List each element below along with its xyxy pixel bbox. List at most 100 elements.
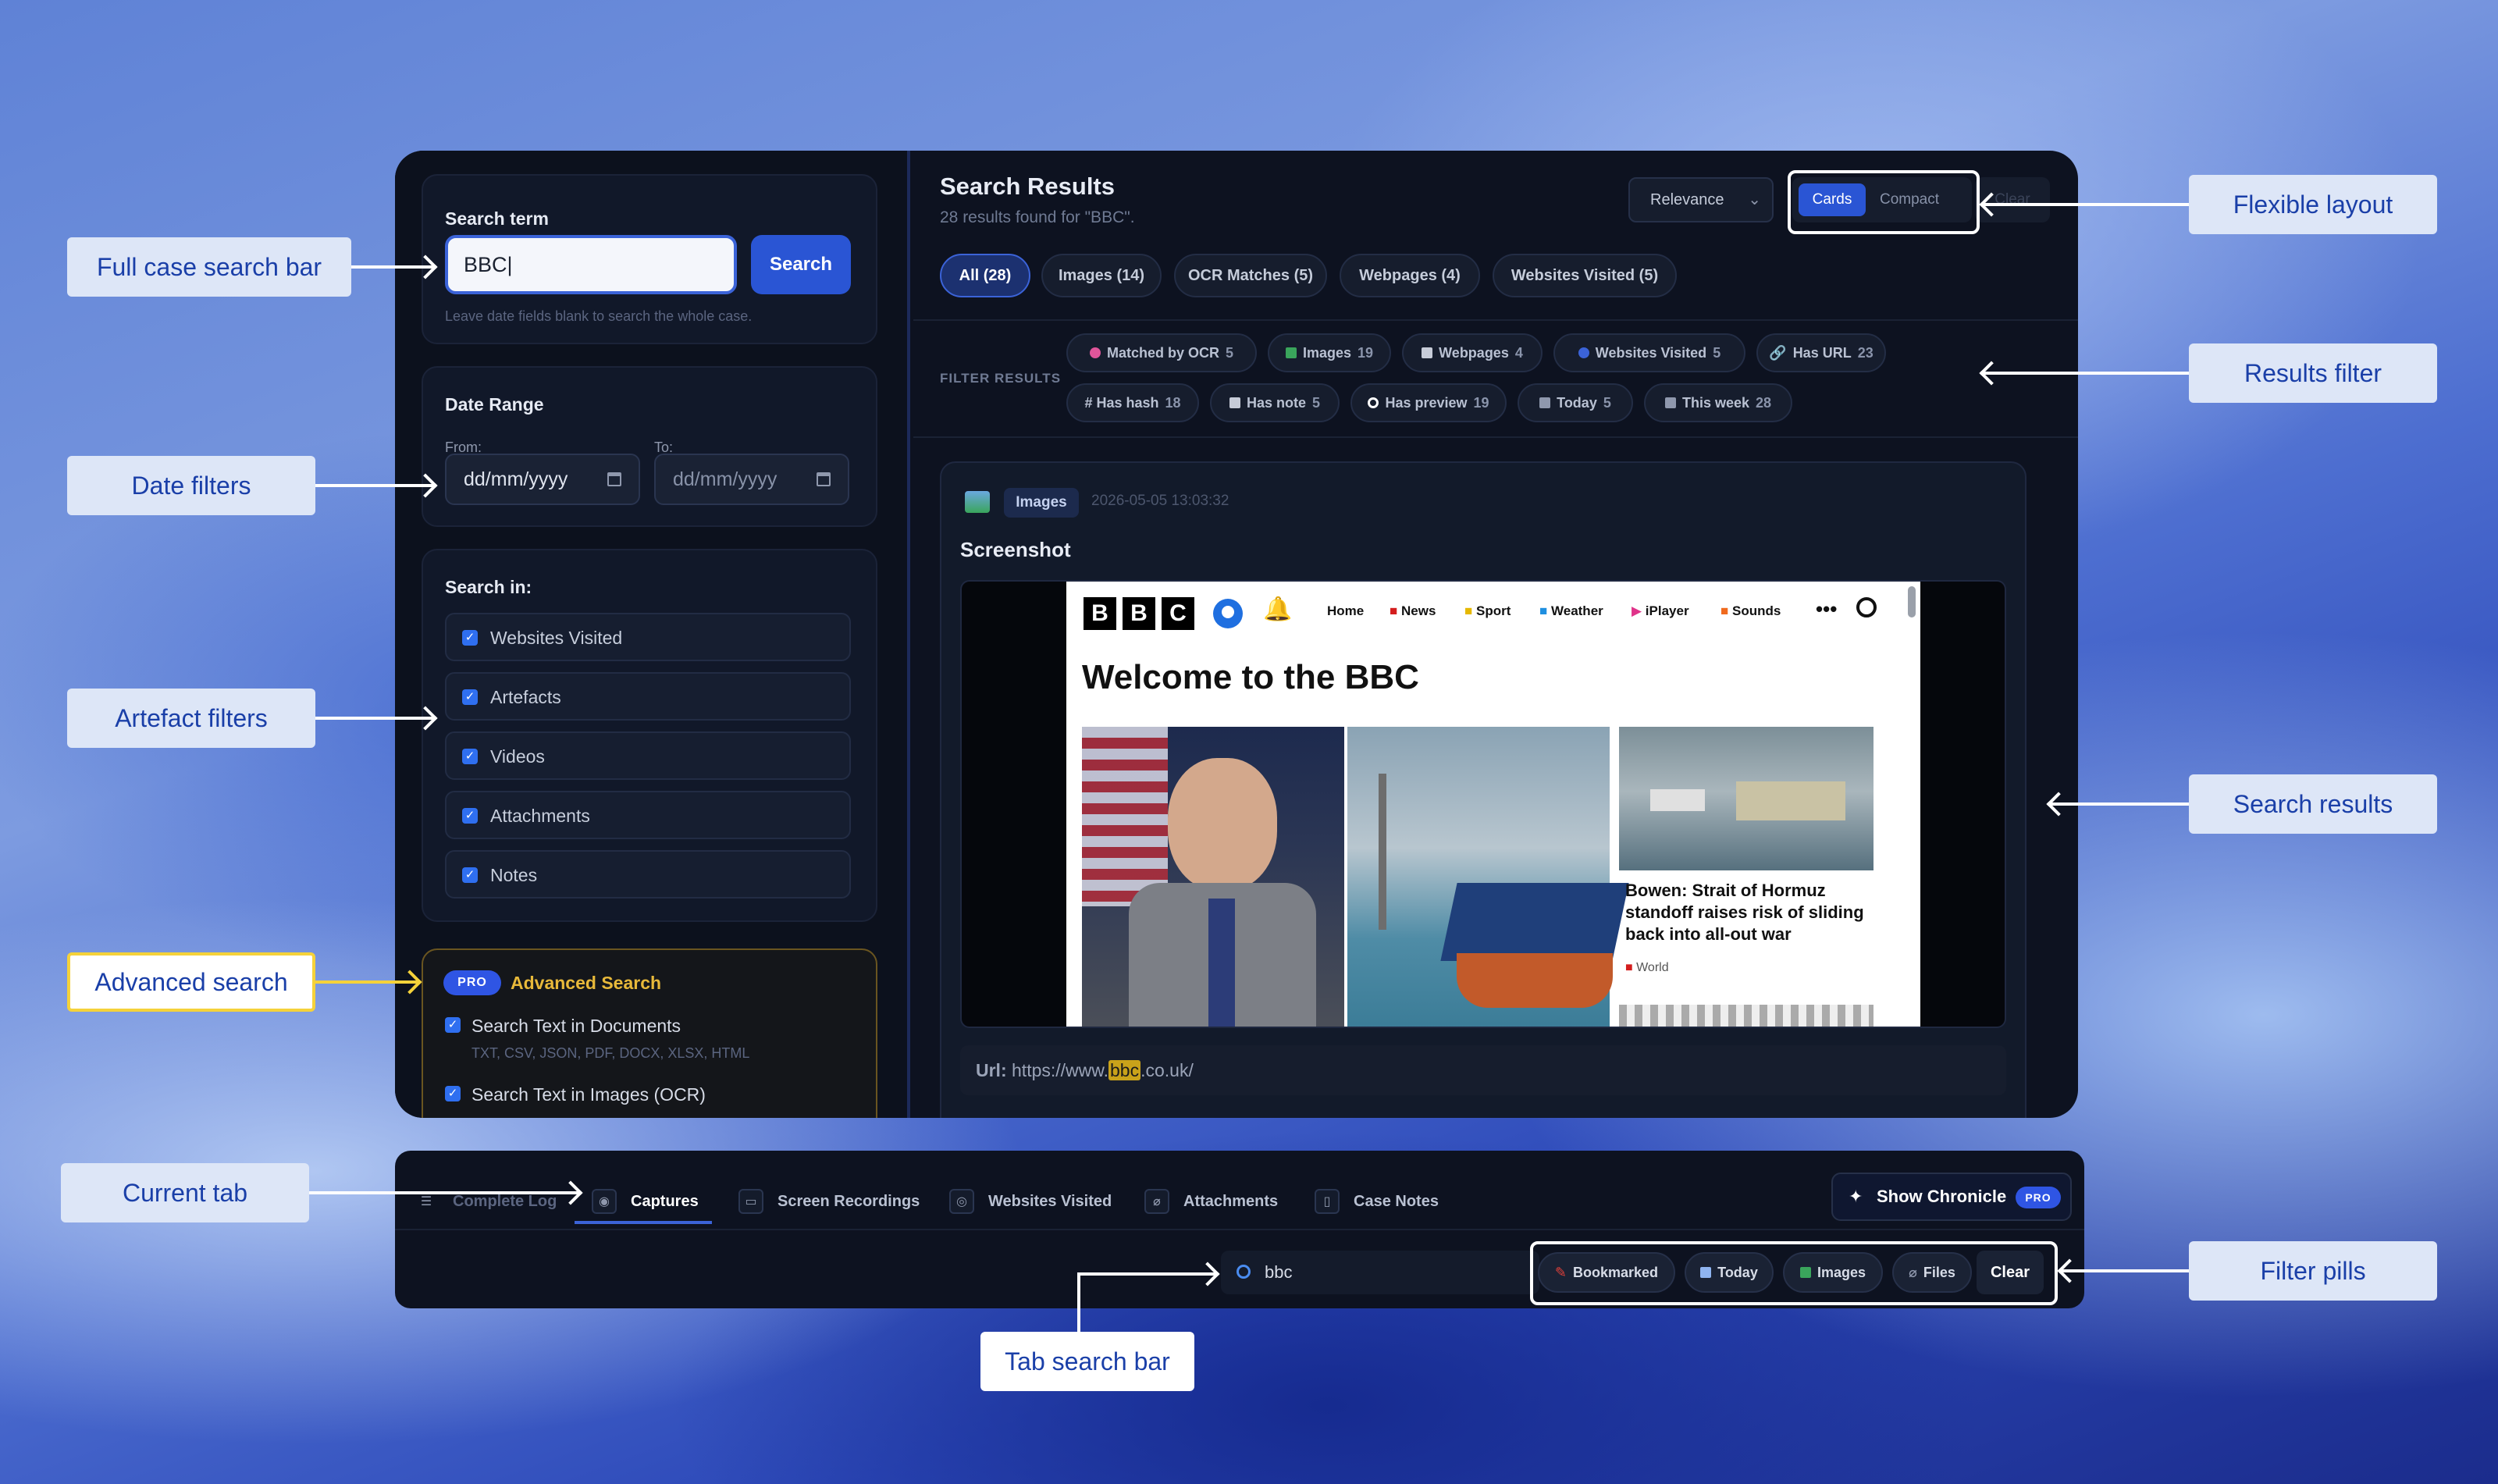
checkbox-checked-icon[interactable]: ✓ [445,1017,461,1033]
screenshot-preview[interactable]: B B C 🔔 Home ■ News ■ Sport ■ Weather ▶ … [960,580,2006,1028]
show-chronicle-button[interactable]: ✦ Show Chronicle PRO [1831,1173,2072,1221]
filter-results-label: FILTER RESULTS [940,371,1062,386]
filter-count: 5 [1603,394,1611,411]
search-term-title: Search term [445,208,549,229]
bbc-webpage-screenshot: B B C 🔔 Home ■ News ■ Sport ■ Weather ▶ … [1066,582,1920,1027]
to-date-value: dd/mm/yyyy [673,468,778,490]
search-term-card: Search term BBC| Search Leave date field… [422,174,877,344]
tab-attachments[interactable]: ⌀ Attachments [1144,1182,1278,1221]
tab-search-input[interactable]: bbc [1221,1251,1539,1294]
from-date-input[interactable]: dd/mm/yyyy [445,454,640,505]
result-url[interactable]: Url: https://www.bbc.co.uk/ [960,1045,2006,1095]
more-icon: ••• [1816,597,1838,621]
filter-webpages[interactable]: Webpages 4 [1402,333,1543,372]
filter-label: Has note [1246,394,1306,411]
callout-flexible-layout: Flexible layout [2189,175,2437,234]
filter-has-preview[interactable]: Has preview 19 [1350,383,1507,422]
url-suffix: .co.uk/ [1140,1060,1194,1080]
filter-label: Has URL [1792,344,1852,361]
bbc-nav-label: iPlayer [1645,603,1689,618]
tab-websites-visited[interactable]: Websites Visited (5) [1493,254,1677,297]
callout-artefact-filters: Artefact filters [67,689,315,748]
checkbox-checked-icon[interactable]: ✓ [445,1086,461,1101]
tab-screen-recordings[interactable]: ▭ Screen Recordings [738,1182,920,1221]
calendar-icon [1539,397,1551,408]
search-in-videos[interactable]: ✓ Videos [445,731,851,780]
filter-matched-by-ocr[interactable]: Matched by OCR 5 [1066,333,1257,372]
search-in-artefacts[interactable]: ✓ Artefacts [445,672,851,721]
tab-complete-log[interactable]: ☰ Complete Log [414,1182,557,1221]
search-images-ocr-option[interactable]: Search Text in Images (OCR) [471,1084,706,1105]
filter-has-note[interactable]: Has note 5 [1210,383,1340,422]
filter-images[interactable]: Images 19 [1268,333,1391,372]
calendar-icon[interactable] [817,472,831,486]
filter-label: Has preview [1385,394,1468,411]
note-icon [1229,397,1240,408]
filter-has-url[interactable]: 🔗 Has URL 23 [1756,333,1886,372]
search-button[interactable]: Search [751,235,851,294]
calendar-icon[interactable] [607,472,621,486]
filter-today[interactable]: Today 5 [1518,383,1633,422]
search-in-label: Notes [490,865,538,885]
search-in-notes[interactable]: ✓ Notes [445,850,851,899]
filter-count: 19 [1473,394,1489,411]
tab-images[interactable]: Images (14) [1041,254,1162,297]
arrow [1983,372,2189,375]
filter-label: Websites Visited [1595,344,1707,361]
checkbox-checked-icon[interactable]: ✓ [462,808,478,824]
search-documents-option[interactable]: Search Text in Documents [471,1016,681,1037]
to-date-input[interactable]: dd/mm/yyyy [654,454,849,505]
url-highlight: bbc [1108,1060,1141,1080]
callout-advanced-search: Advanced search [67,952,315,1012]
filter-this-week[interactable]: This week 28 [1644,383,1792,422]
flexible-layout-highlight [1788,170,1980,234]
show-chronicle-label: Show Chronicle [1877,1187,2007,1206]
arrow [1077,1272,1080,1332]
active-tab-indicator [575,1221,712,1224]
results-count: 28 results found for "BBC". [940,208,1135,226]
filter-websites-visited[interactable]: Websites Visited 5 [1553,333,1745,372]
search-in-websites-visited[interactable]: ✓ Websites Visited [445,613,851,661]
page-icon [1422,347,1433,358]
sort-value: Relevance [1650,191,1724,208]
result-card[interactable]: Images 2026-05-05 13:03:32 Screenshot B … [940,461,2027,1118]
callout-filter-pills: Filter pills [2189,1241,2437,1301]
bbc-nav-label: Sport [1476,603,1511,618]
search-icon [1856,597,1877,617]
document-types-hint: TXT, CSV, JSON, PDF, DOCX, XLSX, HTML [471,1045,750,1061]
tab-captures[interactable]: ◉ Captures [592,1182,699,1221]
filter-has-hash[interactable]: # Has hash 18 [1066,383,1199,422]
tab-webpages[interactable]: Webpages (4) [1340,254,1480,297]
tab-search-value: bbc [1265,1262,1293,1282]
tab-label: Attachments [1183,1192,1279,1210]
url-label: Url: [976,1060,1007,1080]
news-icon: ■ [1390,603,1401,618]
checkbox-checked-icon[interactable]: ✓ [462,749,478,764]
checkbox-checked-icon[interactable]: ✓ [462,867,478,883]
weather-icon: ■ [1539,603,1551,618]
sort-select[interactable]: Relevance ⌄ [1628,177,1774,222]
result-title: Screenshot [960,538,1071,561]
checkbox-checked-icon[interactable]: ✓ [462,689,478,705]
checkbox-checked-icon[interactable]: ✓ [462,630,478,646]
results-title: Search Results [940,173,1115,200]
tab-ocr-matches[interactable]: OCR Matches (5) [1174,254,1327,297]
callout-full-case-search-bar: Full case search bar [67,237,351,297]
paperclip-icon: ⌀ [1144,1189,1169,1214]
advanced-search-card: PRO Advanced Search ✓ Search Text in Doc… [422,948,877,1118]
filter-count: 19 [1358,344,1374,361]
filter-count: 5 [1713,344,1721,361]
search-in-attachments[interactable]: ✓ Attachments [445,791,851,839]
tab-all[interactable]: All (28) [940,254,1030,297]
globe-icon: ◎ [949,1189,974,1214]
tab-case-notes[interactable]: ▯ Case Notes [1315,1182,1439,1221]
app-window: Search term BBC| Search Leave date field… [395,151,2078,1118]
filter-label: This week [1681,394,1749,411]
result-timestamp: 2026-05-05 13:03:32 [1091,493,1229,509]
case-search-input[interactable]: BBC| [445,235,737,294]
bbc-nav-home: Home [1327,603,1365,618]
callout-tab-search-bar: Tab search bar [980,1332,1194,1391]
globe-icon [1578,347,1589,358]
eye-icon [1368,397,1379,408]
tab-websites-visited[interactable]: ◎ Websites Visited [949,1182,1112,1221]
